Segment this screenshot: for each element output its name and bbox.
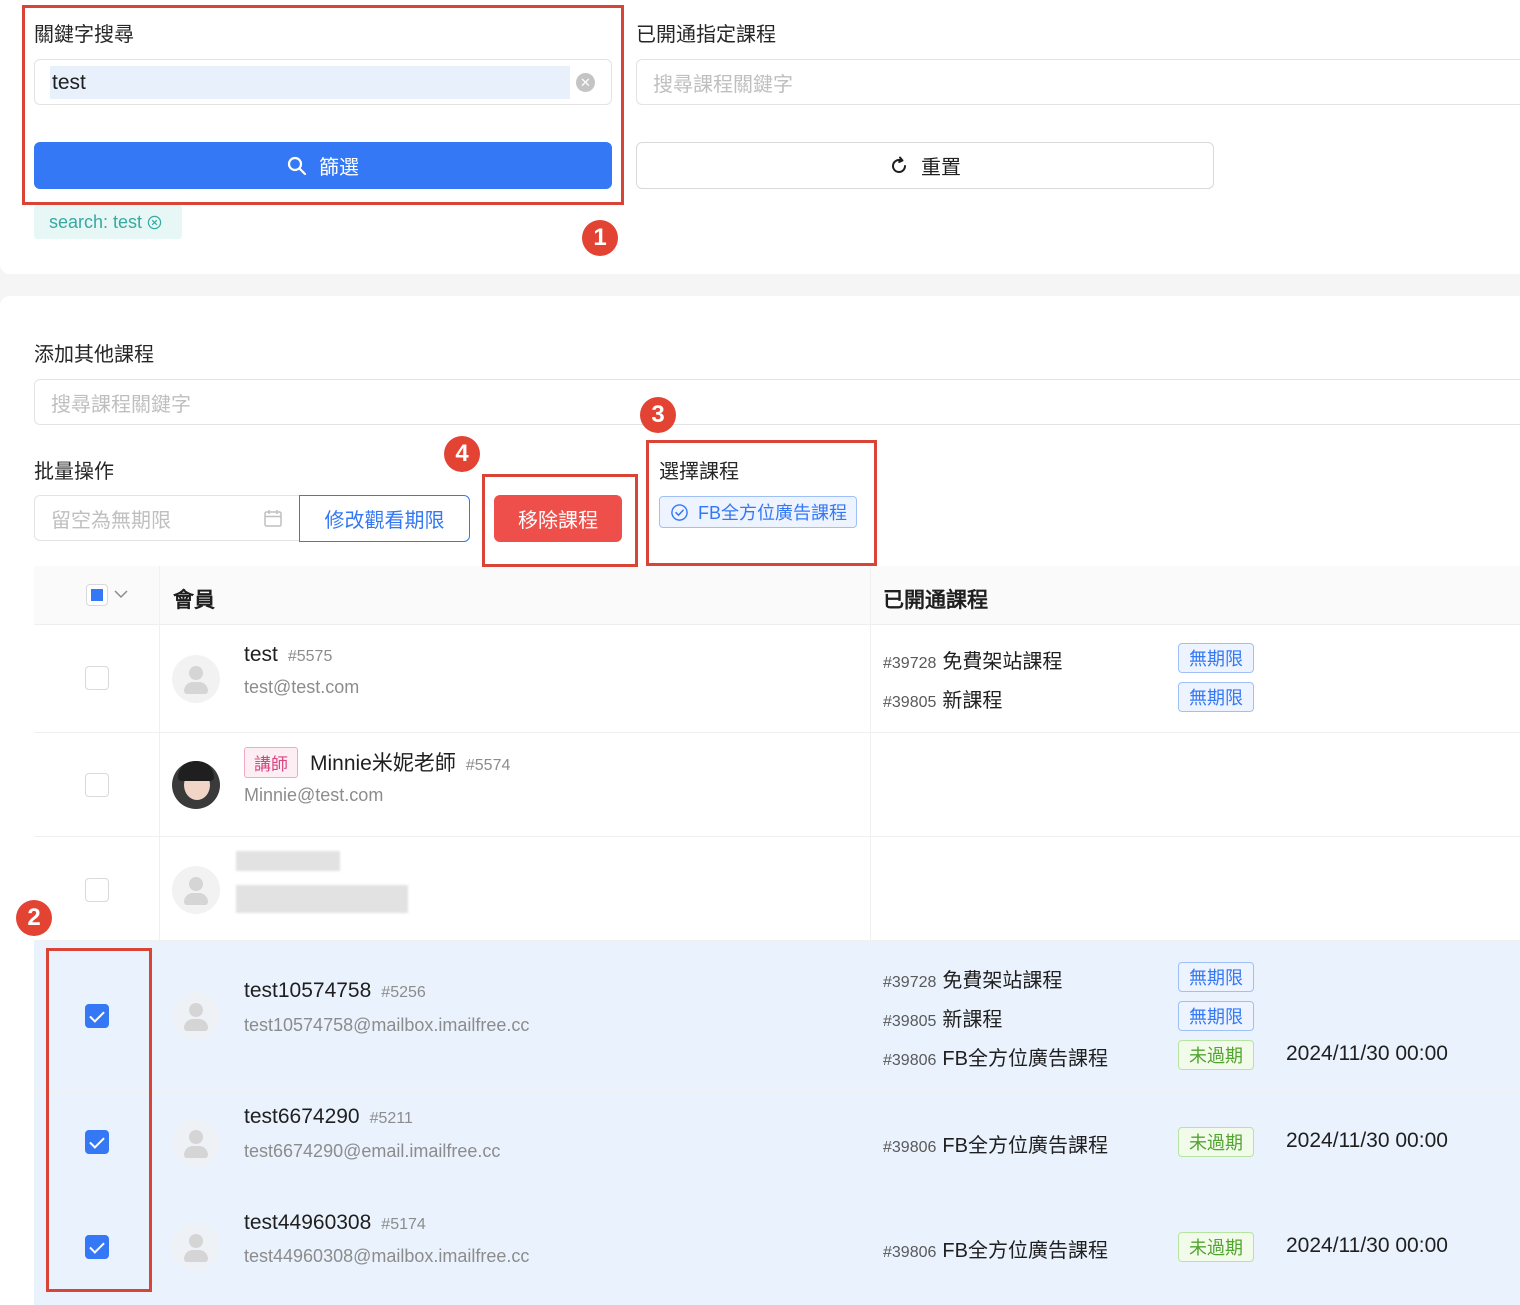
status-badge: 無期限 bbox=[1178, 682, 1254, 712]
table-row[interactable]: test #5575 test@test.com #39728 免費架站課程 無期限… bbox=[34, 625, 1520, 733]
row-checkbox[interactable] bbox=[85, 878, 109, 902]
add-course-label: 添加其他課程 bbox=[34, 344, 154, 366]
avatar bbox=[172, 1223, 220, 1271]
expiry-date-picker[interactable]: 留空為無期限 bbox=[34, 495, 300, 541]
member-name[interactable]: test44960308 #5174 bbox=[244, 1211, 426, 1235]
course-filter-input[interactable]: 搜尋課程關鍵字 bbox=[636, 59, 1520, 105]
column-header-member[interactable]: 會員 bbox=[173, 584, 215, 614]
member-email: test6674290@email.imailfree.cc bbox=[244, 1141, 501, 1161]
status-badge: 未過期 bbox=[1178, 1040, 1254, 1070]
avatar bbox=[172, 655, 220, 703]
table-header: 會員 已開通課程 bbox=[34, 566, 1520, 625]
course-entry: #39805 新課程 bbox=[883, 684, 1002, 713]
member-id: #5174 bbox=[381, 1216, 426, 1233]
reset-button[interactable]: 重置 bbox=[636, 142, 1214, 189]
course-entry: #39806 FB全方位廣告課程 bbox=[883, 1234, 1108, 1263]
course-entry: #39728 免費架站課程 bbox=[883, 645, 1062, 674]
redacted-member-name bbox=[236, 851, 340, 871]
reload-icon bbox=[892, 156, 906, 173]
close-circle-icon[interactable] bbox=[147, 215, 162, 230]
course-id: #39728 bbox=[883, 655, 937, 672]
course-id: #39806 bbox=[883, 1139, 937, 1156]
avatar bbox=[172, 992, 220, 1040]
member-name-text: test bbox=[244, 643, 278, 666]
member-id: #5575 bbox=[287, 648, 333, 665]
add-course-input[interactable]: 搜尋課程關鍵字 bbox=[34, 379, 1520, 425]
course-name: 免費架站課程 bbox=[942, 970, 1063, 992]
member-email: test10574758@mailbox.imailfree.cc bbox=[244, 1015, 530, 1035]
course-entry: #39806 FB全方位廣告課程 bbox=[883, 1129, 1108, 1158]
course-name: FB全方位廣告課程 bbox=[942, 1240, 1108, 1262]
annotation-box-2 bbox=[46, 948, 152, 1292]
select-all-checkbox[interactable] bbox=[86, 584, 108, 606]
course-name: FB全方位廣告課程 bbox=[942, 1135, 1108, 1157]
expiry-date-placeholder: 留空為無期限 bbox=[51, 509, 171, 532]
course-name: 新課程 bbox=[942, 690, 1003, 712]
avatar bbox=[172, 866, 220, 914]
annotation-badge-2: 2 bbox=[16, 900, 52, 936]
row-checkbox[interactable] bbox=[85, 773, 109, 797]
course-entry: #39728 免費架站課程 bbox=[883, 964, 1062, 993]
table-row[interactable]: 講師 Minnie米妮老師 #5574 Minnie@test.com bbox=[34, 733, 1520, 837]
chevron-down-icon[interactable] bbox=[114, 589, 128, 599]
table-row[interactable] bbox=[34, 837, 1520, 941]
member-id: #5256 bbox=[381, 984, 426, 1001]
reset-button-label: 重置 bbox=[921, 157, 961, 179]
table-row[interactable]: test10574758 #5256 test10574758@mailbox.i… bbox=[34, 941, 1520, 1093]
course-name: FB全方位廣告課程 bbox=[942, 1048, 1108, 1070]
course-entry: #39805 新課程 bbox=[883, 1003, 1002, 1032]
member-name[interactable]: test10574758 #5256 bbox=[244, 979, 426, 1003]
row-checkbox[interactable] bbox=[85, 666, 109, 690]
status-badge: 未過期 bbox=[1178, 1232, 1254, 1262]
table-row[interactable]: test6674290 #5211 test6674290@email.imail… bbox=[34, 1093, 1520, 1195]
course-id: #39806 bbox=[883, 1052, 937, 1069]
status-badge: 無期限 bbox=[1178, 643, 1254, 673]
course-name: 免費架站課程 bbox=[942, 651, 1063, 673]
active-filter-tag[interactable]: search: test bbox=[34, 205, 182, 239]
member-name-text: test44960308 bbox=[244, 1211, 372, 1234]
course-filter-label: 已開通指定課程 bbox=[636, 24, 776, 46]
annotation-box-1 bbox=[22, 5, 624, 205]
annotation-badge-1: 1 bbox=[582, 220, 618, 256]
member-email: test44960308@mailbox.imailfree.cc bbox=[244, 1246, 530, 1266]
annotation-badge-3: 3 bbox=[640, 397, 676, 433]
active-filter-tag-label: search: test bbox=[49, 211, 143, 232]
annotation-box-4 bbox=[482, 474, 638, 567]
course-name: 新課程 bbox=[942, 1009, 1003, 1031]
calendar-icon bbox=[264, 510, 282, 527]
course-id: #39728 bbox=[883, 974, 937, 991]
avatar bbox=[172, 761, 220, 809]
member-name-text: Minnie米妮老師 bbox=[310, 752, 456, 775]
course-id: #39806 bbox=[883, 1244, 937, 1261]
member-email: test@test.com bbox=[244, 677, 360, 697]
batch-operation-label: 批量操作 bbox=[34, 461, 114, 483]
member-name[interactable]: test6674290 #5211 bbox=[244, 1105, 413, 1129]
course-id: #39805 bbox=[883, 1013, 937, 1030]
expiry-date: 2024/11/30 00:00 bbox=[1286, 1042, 1448, 1065]
course-entry: #39806 FB全方位廣告課程 bbox=[883, 1042, 1108, 1071]
status-badge: 未過期 bbox=[1178, 1127, 1254, 1157]
modify-expiry-button[interactable]: 修改觀看期限 bbox=[299, 495, 470, 542]
expiry-date: 2024/11/30 00:00 bbox=[1286, 1129, 1448, 1152]
member-email: Minnie@test.com bbox=[244, 785, 384, 805]
redacted-member-email bbox=[236, 885, 408, 913]
annotation-box-3 bbox=[646, 440, 877, 566]
column-header-courses[interactable]: 已開通課程 bbox=[883, 584, 988, 614]
member-name[interactable]: test #5575 bbox=[244, 643, 332, 667]
table-row[interactable]: test44960308 #5174 test44960308@mailbox.i… bbox=[34, 1195, 1520, 1305]
member-name-text: test6674290 bbox=[244, 1105, 360, 1128]
avatar bbox=[172, 1119, 220, 1167]
annotation-badge-4: 4 bbox=[444, 436, 480, 472]
member-id: #5574 bbox=[465, 757, 511, 774]
status-badge: 無期限 bbox=[1178, 1001, 1254, 1031]
member-name-text: test10574758 bbox=[244, 979, 372, 1002]
course-id: #39805 bbox=[883, 694, 937, 711]
expiry-date: 2024/11/30 00:00 bbox=[1286, 1234, 1448, 1257]
member-id: #5211 bbox=[369, 1110, 413, 1127]
status-badge: 無期限 bbox=[1178, 962, 1254, 992]
member-name[interactable]: 講師 Minnie米妮老師 #5574 bbox=[244, 747, 510, 778]
instructor-role-tag: 講師 bbox=[244, 747, 298, 778]
